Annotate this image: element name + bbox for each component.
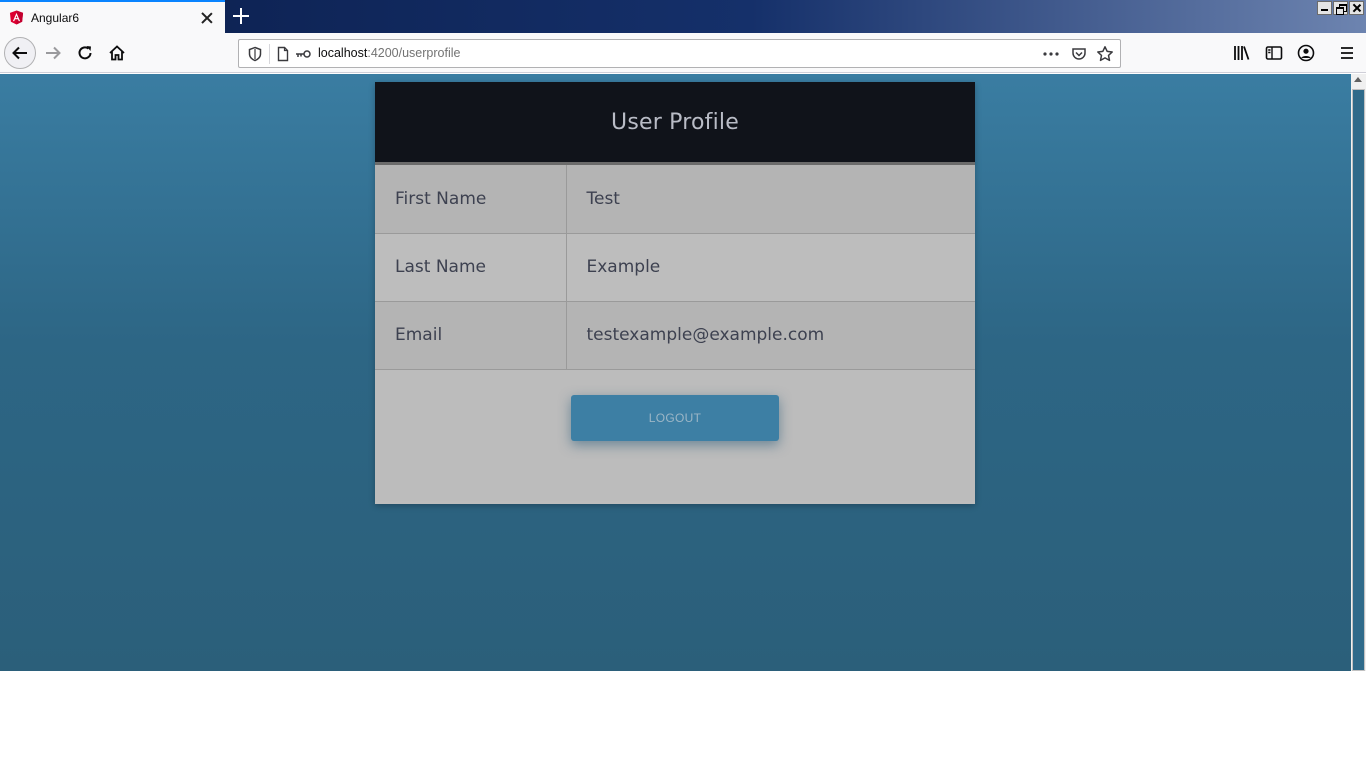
table-row: Last Name Example [375, 233, 975, 302]
page-info-icon[interactable] [275, 46, 291, 62]
window-controls [1317, 1, 1364, 15]
card-footer: LOGOUT [375, 369, 975, 501]
url-separator [269, 44, 270, 64]
url-text[interactable]: localhost:4200/userprofile [318, 46, 460, 60]
angular-icon [9, 10, 24, 25]
page-title: User Profile [611, 109, 739, 135]
new-tab-button[interactable] [231, 6, 251, 26]
last-name-label: Last Name [375, 233, 567, 302]
sidebar-icon[interactable] [1265, 44, 1283, 62]
minimize-button[interactable] [1317, 1, 1332, 15]
pocket-icon[interactable] [1071, 46, 1087, 62]
home-icon [109, 45, 125, 61]
arrow-left-icon [12, 46, 27, 60]
user-profile-card: User Profile First Name Test Last Name E… [375, 82, 975, 504]
email-value: testexample@example.com [566, 301, 975, 370]
vertical-scrollbar[interactable] [1351, 74, 1366, 671]
key-icon[interactable] [294, 46, 312, 62]
url-host: localhost [318, 46, 368, 60]
table-row: Email testexample@example.com [375, 301, 975, 370]
browser-tab[interactable]: Angular6 [0, 0, 225, 33]
email-label: Email [375, 301, 567, 370]
first-name-value: Test [566, 165, 975, 234]
more-actions-icon[interactable] [1042, 46, 1060, 62]
tab-strip: Angular6 [0, 0, 1366, 33]
card-header: User Profile [375, 82, 975, 165]
reload-icon [78, 46, 92, 60]
home-button[interactable] [101, 37, 133, 69]
forward-button[interactable] [37, 37, 69, 69]
account-icon[interactable] [1297, 44, 1315, 62]
scroll-up-arrow-icon[interactable] [1354, 77, 1362, 82]
back-button[interactable] [4, 37, 36, 69]
hamburger-menu-icon[interactable] [1338, 44, 1356, 62]
table-row: First Name Test [375, 165, 975, 234]
last-name-value: Example [566, 233, 975, 302]
arrow-right-icon [46, 46, 61, 60]
profile-table: First Name Test Last Name Example Email … [375, 165, 975, 370]
bookmark-star-icon[interactable] [1096, 45, 1114, 63]
first-name-label: First Name [375, 165, 567, 234]
url-bar[interactable]: localhost:4200/userprofile [238, 39, 1121, 68]
logout-button[interactable]: LOGOUT [571, 394, 779, 441]
page-viewport: User Profile First Name Test Last Name E… [0, 74, 1351, 671]
url-path: :4200/userprofile [367, 46, 461, 60]
restore-button[interactable] [1333, 1, 1348, 15]
scrollbar-thumb[interactable] [1352, 89, 1365, 671]
tab-title: Angular6 [31, 10, 80, 25]
close-window-button[interactable] [1349, 1, 1364, 15]
shield-icon[interactable] [247, 46, 263, 62]
reload-button[interactable] [69, 37, 101, 69]
navigation-bar: localhost:4200/userprofile [0, 33, 1366, 82]
close-tab-icon[interactable] [200, 11, 214, 25]
library-icon[interactable] [1233, 44, 1251, 62]
